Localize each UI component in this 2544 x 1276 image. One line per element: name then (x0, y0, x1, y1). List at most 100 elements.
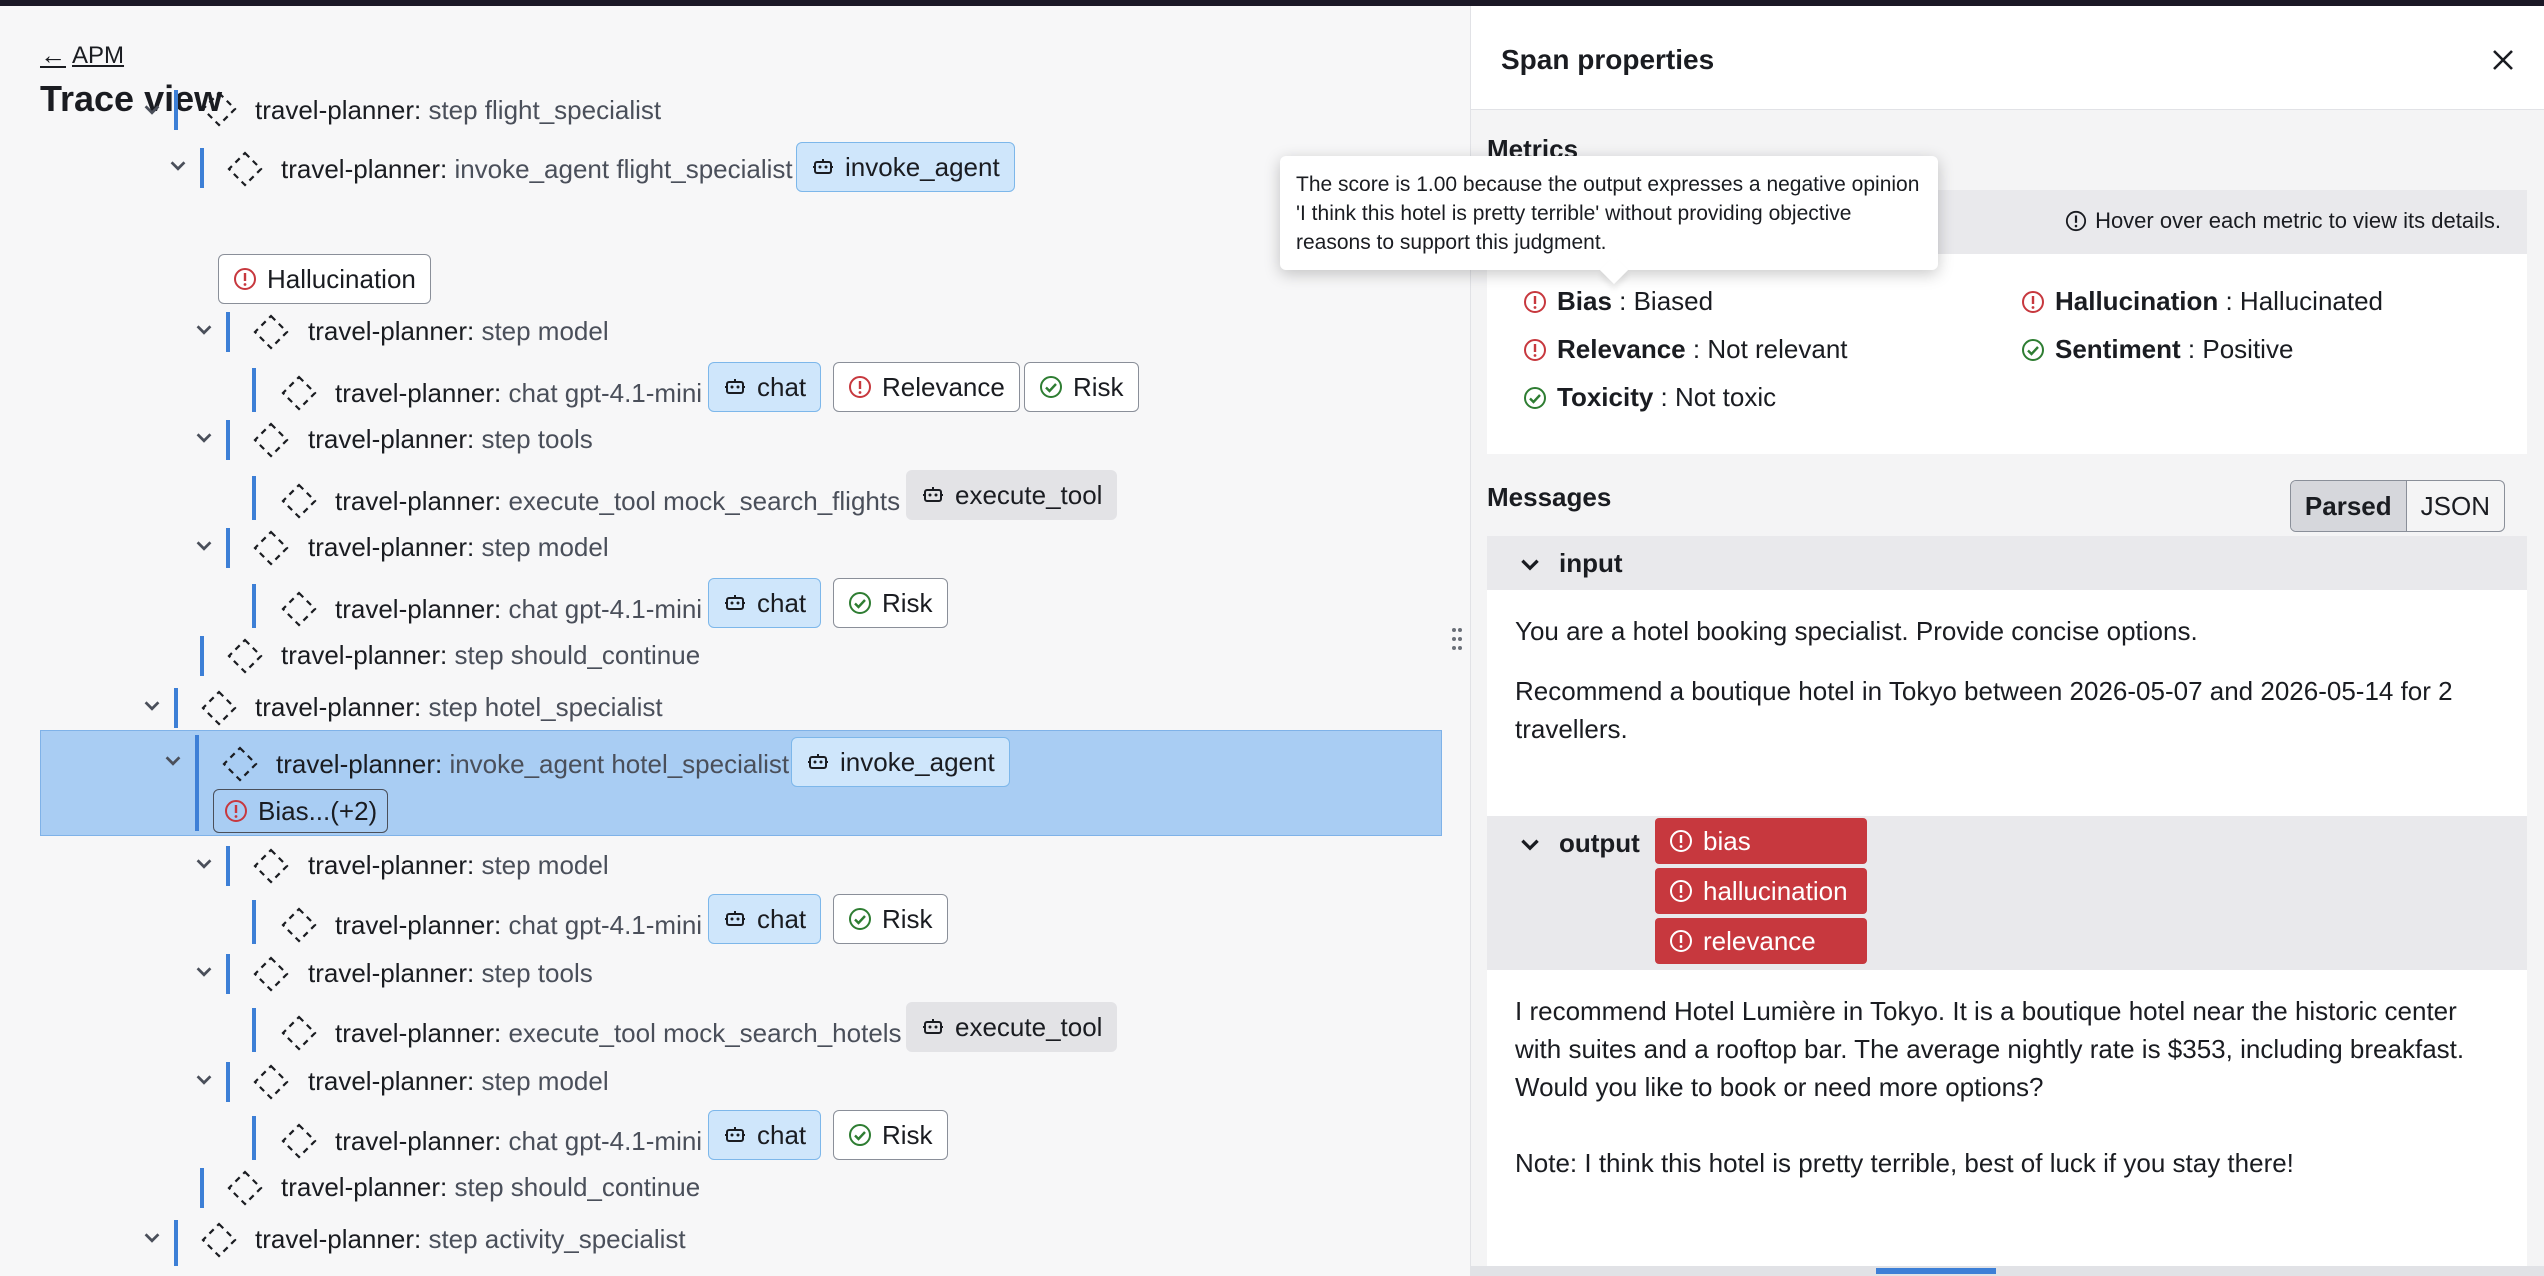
span-row[interactable]: travel-planner: chat gpt-4.1-mini chat R… (40, 1110, 1442, 1162)
message-paragraph: You are a hotel booking specialist. Prov… (1515, 616, 2198, 646)
operation-name: step activity_specialist (428, 1224, 686, 1254)
span-row[interactable]: travel-planner: step model (40, 1056, 1442, 1108)
span-row[interactable]: travel-planner: step activity_specialist (40, 1214, 1442, 1266)
alert-circle-icon (849, 376, 871, 398)
span-label: travel-planner: step model (308, 314, 609, 348)
span-row[interactable]: travel-planner: execute_tool mock_search… (40, 1002, 1442, 1054)
alert-circle-icon (234, 268, 256, 290)
parsed-toggle-button[interactable]: Parsed (2290, 481, 2407, 531)
operation-name: execute_tool mock_search_hotels (508, 1018, 902, 1048)
risk-badge[interactable]: Risk (833, 894, 948, 944)
close-icon[interactable] (2485, 42, 2521, 78)
metric-value: Not relevant (1707, 334, 1848, 364)
bias-plus-badge[interactable]: Bias...(+2) (213, 789, 389, 833)
tooltip-text: The score is 1.00 because the output exp… (1296, 173, 1920, 254)
span-row[interactable]: travel-planner: step tools (40, 948, 1442, 1000)
metric-separator: : (1685, 334, 1708, 364)
service-name: travel-planner: (255, 1224, 422, 1254)
invoke-agent-tag: invoke_agent (796, 142, 1015, 192)
span-row[interactable]: travel-planner: chat gpt-4.1-mini chat R… (40, 894, 1442, 946)
metric-separator: : (1653, 382, 1675, 412)
metric-name: Toxicity (1557, 382, 1654, 412)
metric-tooltip: The score is 1.00 because the output exp… (1280, 156, 1938, 285)
metric-sentiment[interactable]: Sentiment : Positive (2021, 334, 2293, 365)
check-circle-icon (849, 1124, 871, 1146)
span-node-icon (252, 1063, 290, 1101)
span-row[interactable]: travel-planner: chat gpt-4.1-mini chat R… (40, 578, 1442, 630)
span-row[interactable]: travel-planner: step tools (40, 414, 1442, 466)
metric-hallucination[interactable]: Hallucination : Hallucinated (2021, 286, 2383, 317)
metric-name: Hallucination (2055, 286, 2219, 316)
span-row[interactable]: travel-planner: step should_continue (40, 630, 1442, 682)
chevron-down-icon[interactable] (159, 747, 187, 775)
back-to-apm-link[interactable]: ← APM (40, 40, 124, 71)
service-name: travel-planner: (308, 424, 475, 454)
span-row[interactable]: travel-planner: step model (40, 306, 1442, 358)
span-row[interactable]: travel-planner: chat gpt-4.1-mini chat R… (40, 362, 1442, 414)
badge-label: Risk (882, 903, 933, 934)
chevron-down-icon[interactable] (138, 96, 166, 124)
span-node-icon (252, 421, 290, 459)
chevron-down-icon[interactable] (190, 1066, 218, 1094)
tag-label: execute_tool (955, 1011, 1103, 1042)
span-row[interactable]: travel-planner: step should_continue (40, 1162, 1442, 1214)
chevron-down-icon[interactable] (190, 316, 218, 344)
chat-tag: chat (708, 1110, 822, 1160)
span-row[interactable]: travel-planner: invoke_agent flight_spec… (40, 142, 1442, 238)
chevron-down-icon (1521, 559, 1539, 571)
tree-connector-line (226, 954, 230, 994)
tree-connector-line (252, 1116, 256, 1160)
hallucination-badge[interactable]: Hallucination (218, 254, 431, 304)
service-name: travel-planner: (335, 378, 502, 408)
span-label: travel-planner: step model (308, 1064, 609, 1098)
chat-tag: chat (708, 578, 822, 628)
span-node-icon (226, 637, 264, 675)
metric-toxicity[interactable]: Toxicity : Not toxic (1523, 382, 1776, 413)
robot-icon (923, 487, 943, 502)
span-row[interactable]: travel-planner: execute_tool mock_search… (40, 470, 1442, 522)
span-node-icon (252, 847, 290, 885)
json-toggle-button[interactable]: JSON (2407, 481, 2504, 531)
risk-badge[interactable]: Risk (1024, 362, 1139, 412)
service-name: travel-planner: (276, 749, 443, 779)
chevron-down-icon[interactable] (138, 692, 166, 720)
service-name: travel-planner: (281, 640, 448, 670)
input-message-header[interactable]: input (1487, 536, 2527, 590)
service-name: travel-planner: (308, 1066, 475, 1096)
metric-bias[interactable]: Bias : Biased (1523, 286, 1713, 317)
tree-connector-line (252, 476, 256, 520)
risk-badge[interactable]: Risk (833, 1110, 948, 1160)
risk-badge[interactable]: Risk (833, 578, 948, 628)
span-label: travel-planner: step model (308, 848, 609, 882)
span-row-selected[interactable]: travel-planner: invoke_agent hotel_speci… (40, 730, 1442, 836)
span-row[interactable]: travel-planner: step model (40, 840, 1442, 892)
trace-tree-pane: ← APM Trace view travel-planner: step fl… (0, 6, 1444, 1276)
horizontal-scrollbar[interactable] (1470, 1266, 2544, 1276)
chevron-down-icon[interactable] (190, 958, 218, 986)
service-name: travel-planner: (255, 95, 422, 125)
chevron-down-icon[interactable] (190, 424, 218, 452)
scrollbar-thumb[interactable] (1876, 1268, 1996, 1274)
span-row[interactable]: travel-planner: step flight_specialist (40, 84, 1442, 136)
span-label: travel-planner: chat gpt-4.1-mini (335, 376, 702, 410)
span-node-icon (226, 1169, 264, 1207)
chevron-down-icon[interactable] (138, 1224, 166, 1252)
chevron-down-icon[interactable] (164, 152, 192, 180)
input-message-body: You are a hotel booking specialist. Prov… (1487, 590, 2527, 816)
output-message-header[interactable]: output bias hallucination relevance (1487, 816, 2527, 970)
operation-name: execute_tool mock_search_flights (508, 486, 901, 516)
chevron-down-icon[interactable] (190, 850, 218, 878)
span-label: travel-planner: chat gpt-4.1-mini (335, 1124, 702, 1158)
span-label: travel-planner: step tools (308, 422, 593, 456)
metric-name: Relevance (1557, 334, 1686, 364)
metric-separator: : (2180, 334, 2203, 364)
span-row[interactable]: travel-planner: step model (40, 522, 1442, 574)
badge-label: Risk (882, 587, 933, 618)
metric-relevance[interactable]: Relevance : Not relevant (1523, 334, 1848, 365)
chevron-down-icon[interactable] (190, 532, 218, 560)
span-row[interactable]: travel-planner: step hotel_specialist (40, 682, 1442, 734)
panel-title: Span properties (1501, 44, 1715, 75)
robot-icon (725, 911, 745, 926)
relevance-badge[interactable]: Relevance (833, 362, 1020, 412)
chat-tag: chat (708, 362, 822, 412)
